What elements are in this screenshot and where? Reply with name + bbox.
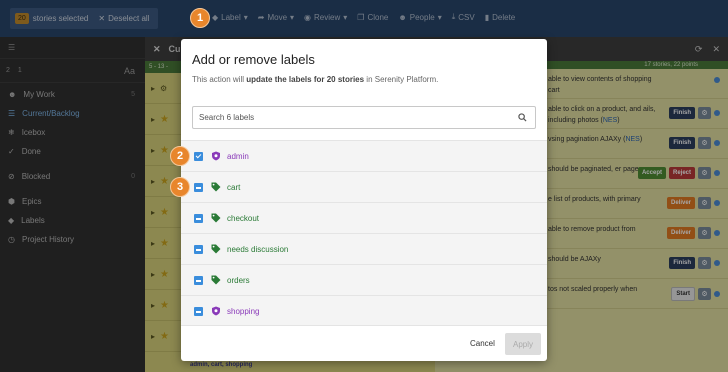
modal-title: Add or remove labels — [192, 52, 315, 67]
labels-modal: Add or remove labels This action will up… — [181, 39, 547, 361]
label-checkbox[interactable] — [194, 307, 203, 316]
tag-icon — [211, 182, 221, 192]
desc-bold: update the labels for 20 stories — [246, 75, 365, 84]
desc-suffix: in Serenity Platform. — [366, 75, 439, 84]
step-badge-2: 2 — [170, 146, 190, 166]
label-name: cart — [227, 183, 241, 192]
label-checkbox[interactable] — [194, 152, 203, 161]
label-name: orders — [227, 276, 250, 285]
label-name: checkout — [227, 214, 260, 223]
label-checkbox[interactable] — [194, 183, 203, 192]
label-row-orders[interactable]: orders — [181, 264, 547, 295]
apply-button[interactable]: Apply — [505, 333, 541, 355]
tag-icon — [211, 213, 221, 223]
label-name: shopping — [227, 307, 260, 316]
step-badge-3: 3 — [170, 177, 190, 197]
tag-icon — [211, 275, 221, 285]
epic-shield-icon — [212, 151, 220, 161]
label-name: admin — [227, 152, 249, 161]
label-search-input[interactable] — [192, 106, 536, 129]
modal-footer: Cancel Apply — [181, 325, 547, 361]
label-row-checkout[interactable]: checkout — [181, 202, 547, 233]
label-list: admin cart checkout needs discussion ord… — [181, 140, 547, 326]
label-checkbox[interactable] — [194, 245, 203, 254]
label-row-shopping[interactable]: shopping — [181, 295, 547, 326]
label-row-needs-discussion[interactable]: needs discussion — [181, 233, 547, 264]
label-name: needs discussion — [227, 245, 289, 254]
step-badge-1: 1 — [190, 8, 210, 28]
label-row-admin[interactable]: admin — [181, 140, 547, 171]
label-checkbox[interactable] — [194, 276, 203, 285]
search-icon — [518, 113, 527, 122]
epic-shield-icon — [212, 306, 220, 316]
label-checkbox[interactable] — [194, 214, 203, 223]
cancel-button[interactable]: Cancel — [470, 339, 495, 348]
desc-prefix: This action will — [192, 75, 245, 84]
label-row-cart[interactable]: cart — [181, 171, 547, 202]
modal-description: This action will update the labels for 2… — [192, 75, 438, 84]
tag-icon — [211, 244, 221, 254]
